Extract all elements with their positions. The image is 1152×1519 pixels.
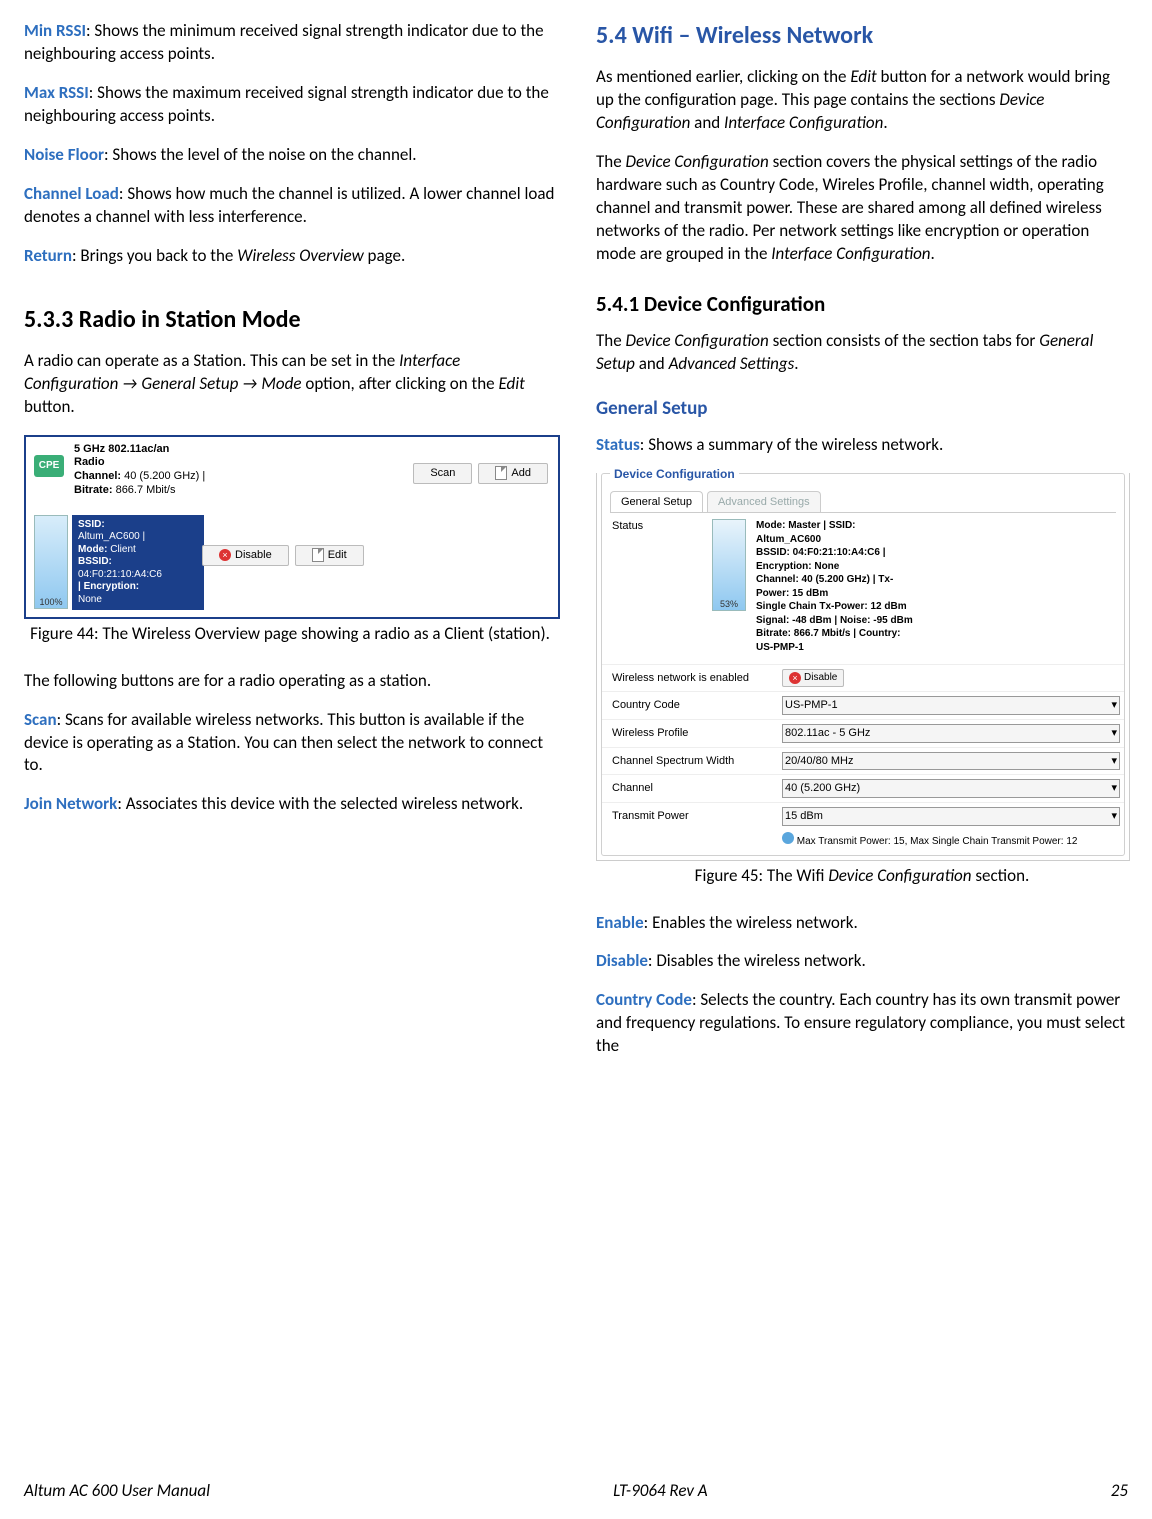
term-return: Return: [24, 245, 72, 266]
add-button[interactable]: Add: [478, 463, 548, 484]
def-max-rssi: Max RSSI: Shows the maximum received sig…: [24, 82, 556, 128]
term-noise-floor: Noise Floor: [24, 144, 104, 165]
channel-width-select[interactable]: 20/40/80 MHz▾: [782, 752, 1120, 771]
page-footer: Altum AC 600 User Manual LT-9064 Rev A 2…: [24, 1480, 1128, 1503]
term-max-rssi: Max RSSI: [24, 82, 89, 103]
def-enable: Enable: Enables the wireless network.: [596, 912, 1128, 935]
term-join: Join Network: [24, 793, 117, 814]
edit-button[interactable]: Edit: [295, 545, 364, 566]
tab-advanced-settings[interactable]: Advanced Settings: [707, 491, 821, 513]
figure-44-caption: Figure 44: The Wireless Overview page sh…: [24, 623, 556, 646]
def-return: Return: Brings you back to the Wireless …: [24, 245, 556, 268]
para-54a: As mentioned earlier, clicking on the Ed…: [596, 66, 1128, 135]
row-channel-width: Channel Spectrum Width 20/40/80 MHz▾: [602, 747, 1124, 775]
term-channel-load: Channel Load: [24, 183, 119, 204]
left-column: Min RSSI: Shows the minimum received sig…: [24, 20, 556, 1460]
disable-button[interactable]: ×Disable: [202, 545, 289, 566]
footer-right: 25: [1111, 1480, 1128, 1503]
figure-45: Device Configuration General Setup Advan…: [596, 473, 1128, 861]
para-after-fig44: The following buttons are for a radio op…: [24, 670, 556, 693]
para-533-intro: A radio can operate as a Station. This c…: [24, 350, 556, 419]
fieldset-legend: Device Configuration: [610, 467, 739, 481]
edit-icon: [312, 548, 324, 562]
country-code-select[interactable]: US-PMP-1▾: [782, 696, 1120, 715]
status-row: Status 53% Mode: Master | SSID: Altum_AC…: [602, 513, 1124, 664]
channel-select[interactable]: 40 (5.200 GHz)▾: [782, 779, 1120, 798]
figure-44-box: CPE 5 GHz 802.11ac/an Radio Channel: 40 …: [24, 435, 560, 619]
disable-network-button[interactable]: ×Disable: [782, 669, 844, 687]
row-enabled: Wireless network is enabled ×Disable: [602, 664, 1124, 691]
term-min-rssi: Min RSSI: [24, 20, 86, 41]
def-noise-floor: Noise Floor: Shows the level of the nois…: [24, 144, 556, 167]
term-status: Status: [596, 434, 640, 455]
figure-44-row-buttons: ×Disable Edit: [202, 545, 364, 566]
footer-left: Altum AC 600 User Manual: [24, 1480, 210, 1503]
status-details: Mode: Master | SSID: Altum_AC600 BSSID: …: [756, 519, 976, 654]
page-icon: [495, 466, 507, 480]
wireless-profile-select[interactable]: 802.11ac - 5 GHz▾: [782, 724, 1120, 743]
def-disable: Disable: Disables the wireless network.: [596, 950, 1128, 973]
info-icon: [782, 832, 794, 844]
para-541: The Device Configuration section consist…: [596, 330, 1128, 376]
row-country-code: Country Code US-PMP-1▾: [602, 691, 1124, 719]
figure-44: CPE 5 GHz 802.11ac/an Radio Channel: 40 …: [24, 435, 556, 619]
close-icon: ×: [219, 549, 231, 561]
figure-44-top-buttons: Scan Add: [413, 463, 548, 484]
right-column: 5.4 Wifi – Wireless Network As mentioned…: [596, 20, 1128, 1460]
transmit-power-note: Max Transmit Power: 15, Max Single Chain…: [602, 830, 1124, 855]
tab-bar: General Setup Advanced Settings: [602, 491, 1124, 513]
tab-general-setup[interactable]: General Setup: [610, 491, 703, 513]
def-min-rssi: Min RSSI: Shows the minimum received sig…: [24, 20, 556, 66]
scan-button[interactable]: Scan: [413, 463, 472, 484]
term-country-code: Country Code: [596, 989, 692, 1010]
row-wireless-profile: Wireless Profile 802.11ac - 5 GHz▾: [602, 719, 1124, 747]
figure-45-caption: Figure 45: The Wifi Device Configuration…: [596, 865, 1128, 888]
term-scan: Scan: [24, 709, 57, 730]
heading-533: 5.3.3 Radio in Station Mode: [24, 304, 556, 336]
ssid-box: SSID: Altum_AC600 | Mode: Client BSSID: …: [72, 515, 204, 611]
def-country-code: Country Code: Selects the country. Each …: [596, 989, 1128, 1058]
transmit-power-select[interactable]: 15 dBm▾: [782, 807, 1120, 826]
def-channel-load: Channel Load: Shows how much the channel…: [24, 183, 556, 229]
term-disable: Disable: [596, 950, 648, 971]
cpe-badge: CPE: [34, 455, 64, 477]
row-channel: Channel 40 (5.200 GHz)▾: [602, 774, 1124, 802]
footer-center: LT-9064 Rev A: [613, 1480, 708, 1503]
para-54b: The Device Configuration section covers …: [596, 151, 1128, 266]
term-enable: Enable: [596, 912, 644, 933]
def-status: Status: Shows a summary of the wireless …: [596, 434, 1128, 457]
heading-general-setup: General Setup: [596, 396, 1128, 422]
def-scan: Scan: Scans for available wireless netwo…: [24, 709, 556, 778]
heading-541: 5.4.1 Device Configuration: [596, 290, 1128, 318]
def-join: Join Network: Associates this device wit…: [24, 793, 556, 816]
status-gauge: 53%: [712, 519, 746, 611]
signal-gauge: 100%: [34, 515, 68, 609]
heading-54: 5.4 Wifi – Wireless Network: [596, 20, 1128, 52]
figure-45-box: Device Configuration General Setup Advan…: [596, 473, 1130, 861]
close-icon: ×: [789, 672, 801, 684]
row-transmit-power: Transmit Power 15 dBm▾: [602, 802, 1124, 830]
